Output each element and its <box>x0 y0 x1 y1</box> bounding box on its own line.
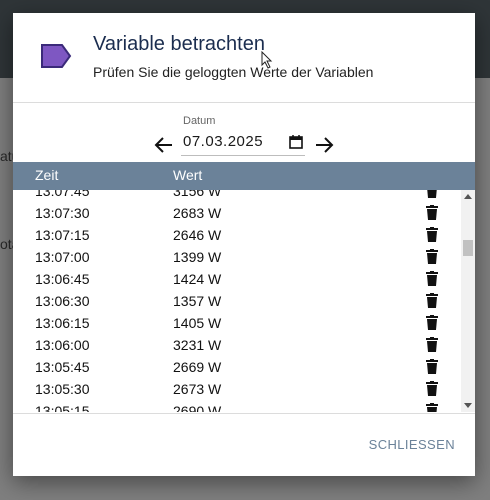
cell-wert: 3231 W <box>173 337 222 353</box>
cell-wert: 1405 W <box>173 315 222 331</box>
dialog-title: Variable betrachten <box>93 33 265 55</box>
table-header: Zeit Wert <box>13 162 475 190</box>
date-navigation: Datum 07.03.2025 <box>13 103 475 163</box>
trash-icon[interactable] <box>426 205 438 220</box>
cell-zeit: 13:07:00 <box>35 249 90 265</box>
trash-icon[interactable] <box>426 315 438 330</box>
table-row: 13:06:00 3231 W <box>13 334 461 356</box>
cell-zeit: 13:06:15 <box>35 315 90 331</box>
cell-zeit: 13:05:45 <box>35 359 90 375</box>
date-picker-field[interactable]: Datum 07.03.2025 <box>181 115 305 156</box>
trash-icon[interactable] <box>426 249 438 264</box>
cell-zeit: 13:05:15 <box>35 403 90 412</box>
table-row: 13:06:45 1424 W <box>13 268 461 290</box>
variable-dialog: Variable betrachten Prüfen Sie die gelog… <box>13 13 475 476</box>
cell-zeit: 13:07:30 <box>35 205 90 221</box>
scrollbar-thumb[interactable] <box>463 240 473 256</box>
cell-wert: 2673 W <box>173 381 222 397</box>
cell-zeit: 13:06:30 <box>35 293 90 309</box>
dialog-header: Variable betrachten Prüfen Sie die gelog… <box>13 13 475 103</box>
scroll-down-icon[interactable] <box>464 403 472 408</box>
cell-wert: 2646 W <box>173 227 222 243</box>
close-button[interactable]: SCHLIESSEN <box>369 437 455 452</box>
cell-zeit: 13:07:45 <box>35 190 90 199</box>
table-row: 13:05:15 2690 W <box>13 400 461 412</box>
arrow-left-icon[interactable] <box>152 133 176 157</box>
date-label: Datum <box>183 115 216 127</box>
table-scrollbar[interactable] <box>461 190 475 412</box>
cell-zeit: 13:07:15 <box>35 227 90 243</box>
table-row: 13:07:30 2683 W <box>13 202 461 224</box>
cell-wert: 1357 W <box>173 293 222 309</box>
date-value[interactable]: 07.03.2025 <box>183 133 263 150</box>
trash-icon[interactable] <box>426 359 438 374</box>
cell-wert: 2690 W <box>173 403 222 412</box>
cell-wert: 1424 W <box>173 271 222 287</box>
trash-icon[interactable] <box>426 381 438 396</box>
trash-icon[interactable] <box>426 337 438 352</box>
trash-icon[interactable] <box>426 190 438 198</box>
trash-icon[interactable] <box>426 403 438 412</box>
table-body[interactable]: 13:07:45 3156 W 13:07:30 2683 W 13:07:15… <box>13 190 461 412</box>
table-row: 13:07:45 3156 W <box>13 190 461 202</box>
cell-zeit: 13:06:45 <box>35 271 90 287</box>
mouse-cursor-icon <box>261 51 273 69</box>
calendar-icon[interactable] <box>289 135 303 149</box>
cell-wert: 2669 W <box>173 359 222 375</box>
dialog-subtitle: Prüfen Sie die geloggten Werte der Varia… <box>93 64 374 80</box>
dialog-footer: SCHLIESSEN <box>13 413 475 477</box>
table-row: 13:06:15 1405 W <box>13 312 461 334</box>
cell-zeit: 13:06:00 <box>35 337 90 353</box>
table-row: 13:07:00 1399 W <box>13 246 461 268</box>
cell-zeit: 13:05:30 <box>35 381 90 397</box>
column-header-zeit: Zeit <box>35 167 59 183</box>
trash-icon[interactable] <box>426 271 438 286</box>
cell-wert: 3156 W <box>173 190 222 199</box>
tag-icon <box>41 44 72 68</box>
table-row: 13:06:30 1357 W <box>13 290 461 312</box>
arrow-right-icon[interactable] <box>312 133 336 157</box>
trash-icon[interactable] <box>426 293 438 308</box>
table-row: 13:05:45 2669 W <box>13 356 461 378</box>
table-row: 13:05:30 2673 W <box>13 378 461 400</box>
scroll-up-icon[interactable] <box>464 194 472 199</box>
table-row: 13:07:15 2646 W <box>13 224 461 246</box>
cell-wert: 1399 W <box>173 249 222 265</box>
trash-icon[interactable] <box>426 227 438 242</box>
cell-wert: 2683 W <box>173 205 222 221</box>
column-header-wert: Wert <box>173 167 203 183</box>
